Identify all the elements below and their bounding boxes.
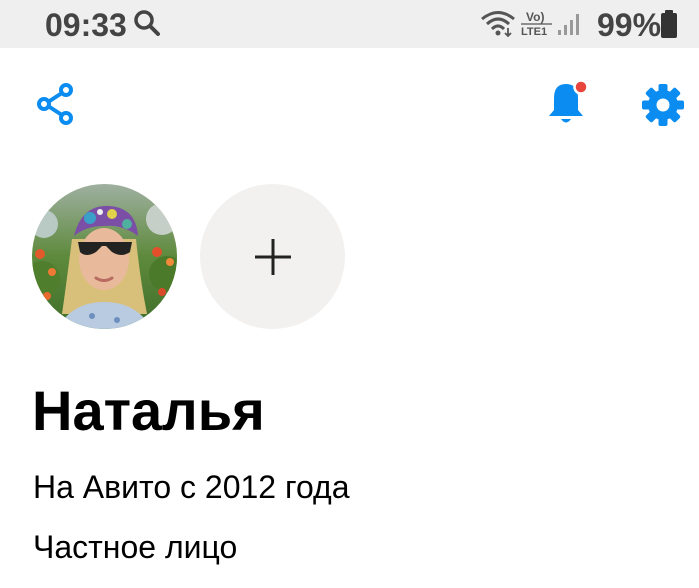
notification-badge: [573, 79, 589, 95]
profile-screen: 09:33 Vo) LTE1 99% Наталья На Авито с 20…: [0, 0, 699, 588]
settings-button[interactable]: [640, 82, 686, 128]
avatar-photo: [32, 184, 177, 329]
gear-icon: [642, 84, 684, 126]
account-type: Частное лицо: [33, 529, 238, 565]
wifi-icon: [481, 11, 515, 38]
svg-text:Vo): Vo): [526, 10, 544, 24]
profile-name: Наталья: [32, 379, 265, 442]
notifications-button[interactable]: [544, 78, 592, 128]
avatar[interactable]: [32, 184, 177, 329]
share-icon: [37, 83, 73, 125]
share-button[interactable]: [34, 82, 78, 126]
status-time: 09:33: [45, 7, 127, 43]
battery-percent: 99%: [597, 7, 662, 43]
search-icon: [134, 10, 160, 36]
volte-icon: Vo) LTE1: [521, 10, 552, 38]
svg-text:LTE1: LTE1: [521, 26, 547, 38]
bell-icon: [549, 79, 589, 123]
plus-icon: [254, 238, 291, 275]
signal-icon: [558, 14, 579, 35]
member-since: На Авито с 2012 года: [33, 469, 350, 505]
add-photo-button[interactable]: [200, 184, 345, 329]
battery-icon: [661, 10, 677, 38]
status-bar: 09:33 Vo) LTE1 99%: [0, 0, 699, 48]
